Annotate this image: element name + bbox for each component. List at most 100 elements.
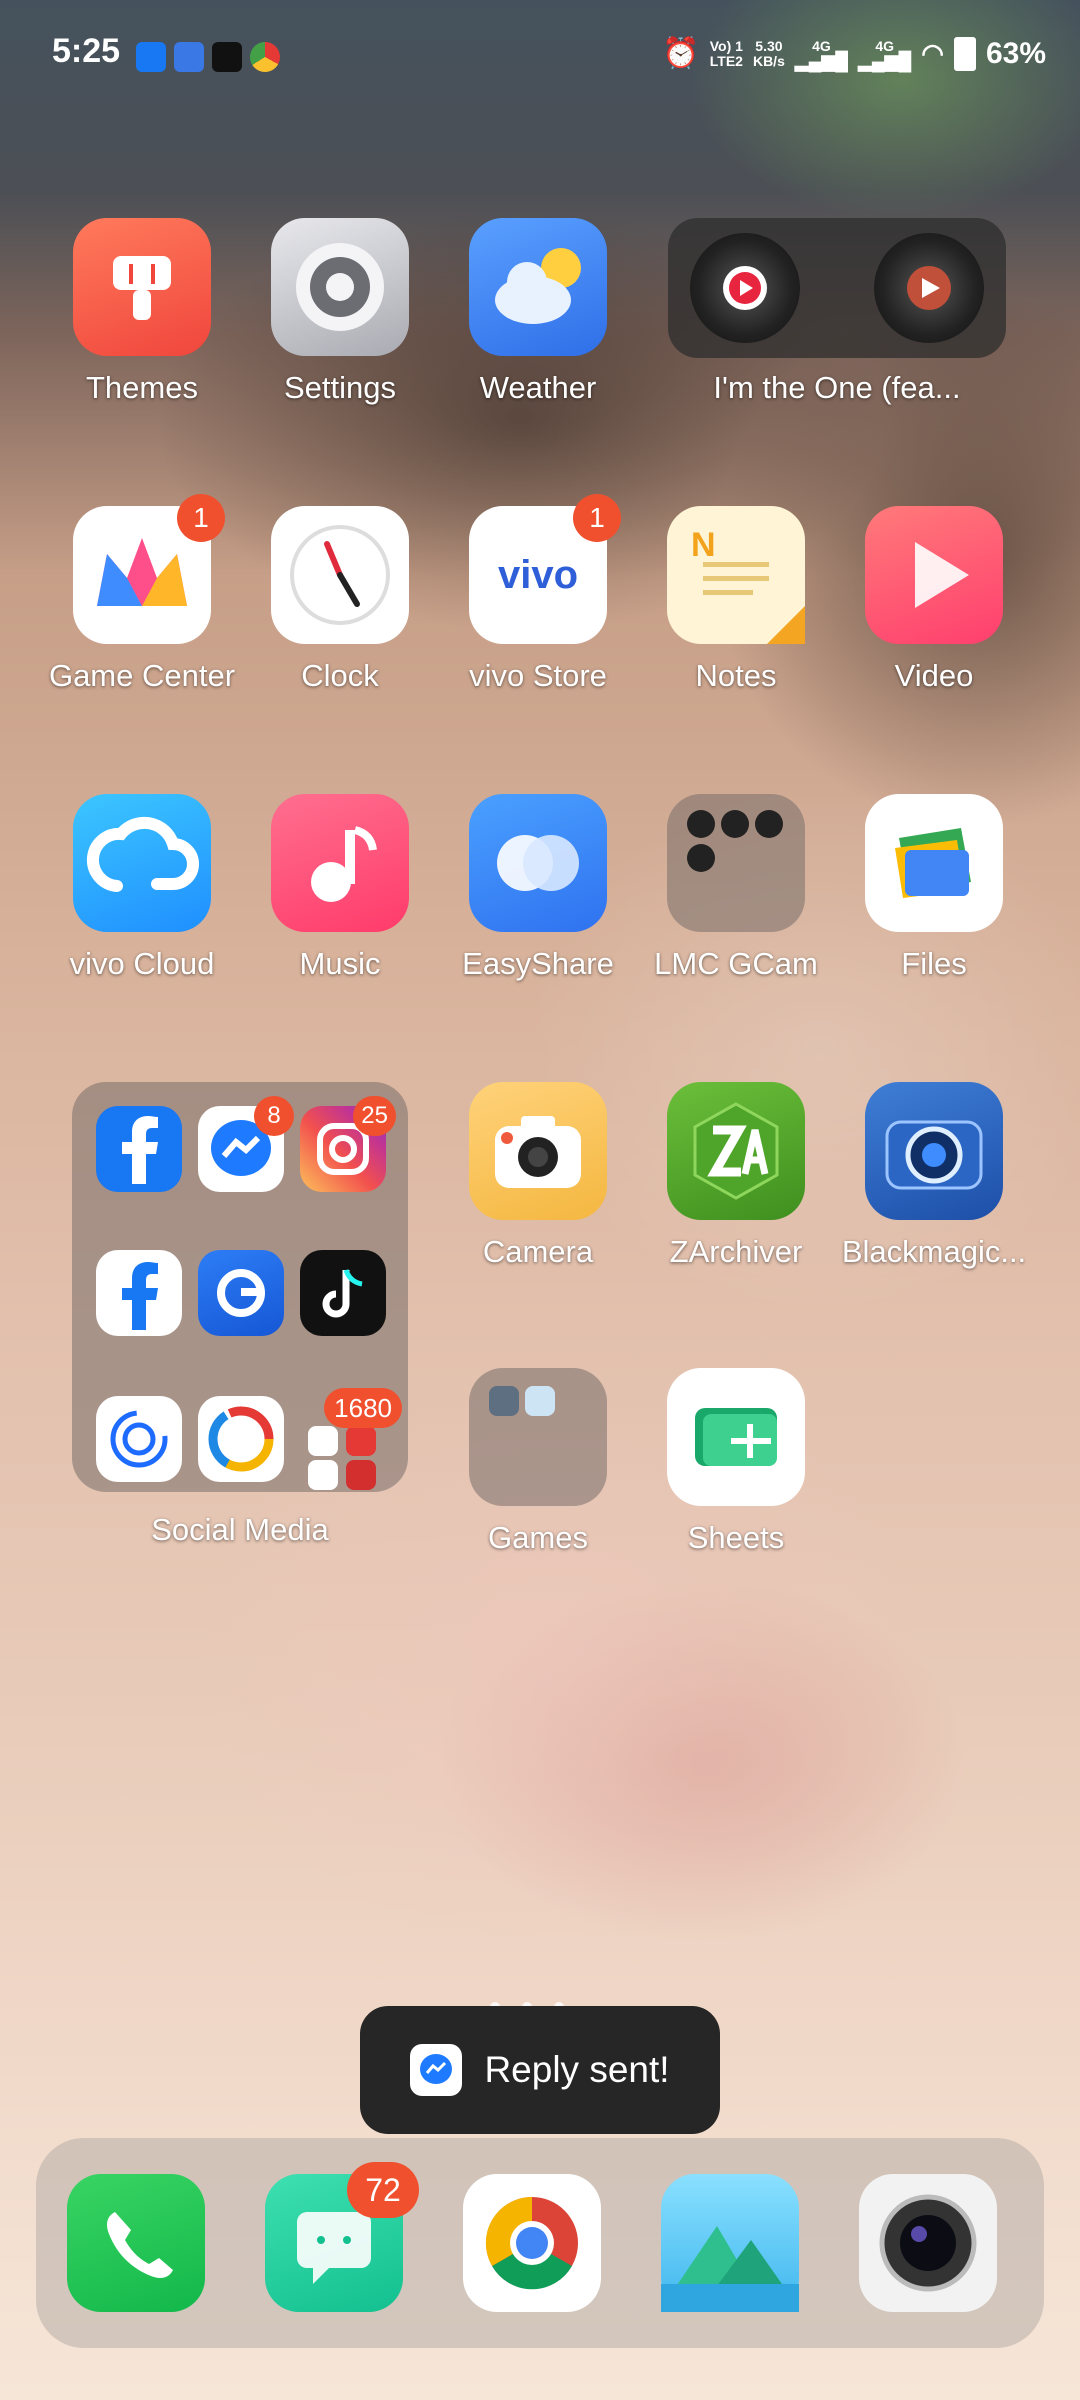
- folder-social-media[interactable]: 8 25 1680: [72, 1082, 408, 1492]
- dock-phone[interactable]: [36, 2174, 236, 2312]
- messages-icon: 72: [265, 2162, 419, 2312]
- notification-badge: 1: [573, 494, 621, 542]
- music-disc-2[interactable]: [874, 233, 984, 343]
- clock-icon: [271, 506, 409, 644]
- easyshare-icon: [469, 794, 607, 932]
- notification-badge: 1680: [324, 1388, 402, 1428]
- battery-icon: [953, 36, 976, 71]
- facebook-lite-icon[interactable]: [96, 1250, 182, 1336]
- mini-app-icon: [308, 1426, 338, 1456]
- app-label: Clock: [301, 658, 379, 693]
- notification-badge: 72: [347, 2162, 419, 2218]
- dock-camera[interactable]: [828, 2174, 1028, 2312]
- zarchiver-icon: [667, 1082, 805, 1220]
- cloud-icon: [73, 794, 211, 932]
- mini-app-icon: [346, 1426, 376, 1456]
- app-label: Blackmagic...: [841, 1234, 1027, 1269]
- gcam-icon: [687, 810, 715, 838]
- music-note-icon: [271, 794, 409, 932]
- weather-icon: [469, 218, 607, 356]
- app-label: Notes: [695, 658, 777, 693]
- blackmagic-camera-icon: [865, 1082, 1003, 1220]
- rings-app-icon[interactable]: [96, 1396, 182, 1482]
- gboard-notification-icon: [174, 42, 204, 72]
- more-apps-icon[interactable]: 1680: [300, 1388, 402, 1490]
- app-zarchiver[interactable]: ZArchiver: [636, 1082, 836, 1270]
- music-widget[interactable]: [668, 218, 1006, 358]
- app-label: Video: [894, 658, 974, 693]
- dock-gallery[interactable]: [630, 2174, 830, 2312]
- facebook-icon[interactable]: [96, 1106, 182, 1192]
- tiktok-notification-icon: [212, 42, 242, 72]
- chrome-notification-icon: [250, 42, 280, 72]
- mini-app-icon: [308, 1460, 338, 1490]
- instagram-icon[interactable]: 25: [300, 1096, 396, 1192]
- game-app-icon: [489, 1386, 519, 1416]
- app-notes[interactable]: N Notes: [636, 506, 836, 694]
- app-label: Games: [488, 1520, 588, 1555]
- circle-app-icon[interactable]: [198, 1396, 284, 1482]
- messenger-icon: [410, 2044, 463, 2096]
- camera-icon: [469, 1082, 607, 1220]
- status-time: 5:25: [52, 32, 121, 70]
- lmc-gcam-folder-icon: [667, 794, 805, 932]
- gcam-icon: [721, 810, 749, 838]
- sheets-icon: [667, 1368, 805, 1506]
- music-disc-1[interactable]: [690, 233, 800, 343]
- app-label: Social Media: [151, 1512, 329, 1547]
- files-icon: [865, 794, 1003, 932]
- app-label: vivo Cloud: [69, 946, 215, 981]
- notes-letter: N: [691, 526, 716, 564]
- app-themes[interactable]: Themes: [42, 218, 242, 406]
- notification-icons: [136, 42, 280, 72]
- dock-chrome[interactable]: [432, 2174, 632, 2312]
- gear-icon: [271, 218, 409, 356]
- app-easyshare[interactable]: EasyShare: [438, 794, 638, 982]
- app-label: Weather: [479, 370, 597, 405]
- app-game-center[interactable]: 1 Game Center: [42, 494, 242, 694]
- camera-lens-icon: [859, 2174, 997, 2312]
- status-indicators: ⏰ Vo) 1 LTE2 5.30 KB/s 4G ▂▄▆█ 4G ▂▄▆█ ◠…: [662, 36, 1046, 71]
- app-label: Camera: [482, 1234, 594, 1269]
- notification-badge: 25: [353, 1096, 396, 1136]
- reply-sent-toast: Reply sent!: [360, 2006, 720, 2134]
- gcam-icon: [755, 810, 783, 838]
- app-files[interactable]: Files: [834, 794, 1034, 982]
- themes-icon: [73, 218, 211, 356]
- chrome-icon: [463, 2174, 601, 2312]
- app-weather[interactable]: Weather: [438, 218, 638, 406]
- app-label: Game Center: [48, 658, 236, 693]
- app-label: Themes: [86, 370, 198, 405]
- dock-messages[interactable]: 72: [234, 2162, 434, 2312]
- toast-text: Reply sent!: [484, 2049, 670, 2090]
- app-camera[interactable]: Camera: [438, 1082, 638, 1270]
- app-video[interactable]: Video: [834, 506, 1034, 694]
- app-label: EasyShare: [462, 946, 614, 981]
- app-vivo-cloud[interactable]: vivo Cloud: [42, 794, 242, 982]
- status-bar: 5:25 ⏰ Vo) 1 LTE2 5.30 KB/s 4G ▂▄▆█ 4G ▂…: [0, 0, 1080, 110]
- network-speed: 5.30 KB/s: [752, 37, 785, 69]
- app-clock[interactable]: Clock: [240, 506, 440, 694]
- app-label: Music: [299, 946, 381, 981]
- music-widget-title[interactable]: I'm the One (fea...: [668, 356, 1006, 406]
- app-label: Settings: [283, 370, 396, 405]
- folder-games[interactable]: Games: [438, 1368, 638, 1556]
- signal-sim1: 4G ▂▄▆█: [794, 37, 849, 71]
- app-vivo-store[interactable]: vivo 1 vivo Store: [438, 494, 638, 694]
- tiktok-icon[interactable]: [300, 1250, 386, 1336]
- app-sheets[interactable]: Sheets: [636, 1368, 836, 1556]
- folder-lmc-gcam[interactable]: LMC GCam: [636, 794, 836, 982]
- phone-icon: [67, 2174, 205, 2312]
- app-settings[interactable]: Settings: [240, 218, 440, 406]
- folder-social-media-label[interactable]: Social Media: [72, 1498, 408, 1548]
- app-music[interactable]: Music: [240, 794, 440, 982]
- app-label: LMC GCam: [654, 946, 818, 981]
- messenger-icon[interactable]: 8: [198, 1096, 294, 1192]
- dock: 72: [36, 2138, 1044, 2348]
- signal-bars-icon: ▂▄▆█: [858, 50, 912, 71]
- battery-percent: 63%: [985, 36, 1046, 70]
- app-label: vivo Store: [469, 658, 607, 693]
- g-app-icon[interactable]: [198, 1250, 284, 1336]
- app-blackmagic[interactable]: Blackmagic...: [834, 1082, 1034, 1270]
- games-folder-icon: [469, 1368, 607, 1506]
